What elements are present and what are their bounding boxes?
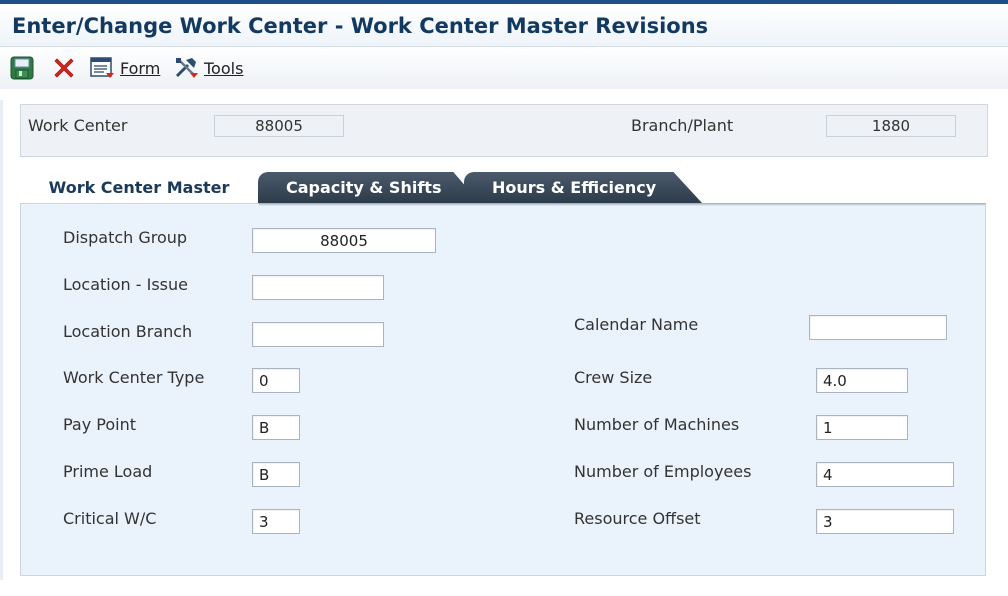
calendar-name-label: Calendar Name xyxy=(574,315,699,334)
tools-menu-label: Tools xyxy=(204,58,244,78)
crew-size-field[interactable]: 4.0 xyxy=(816,368,908,393)
critical-wc-label: Critical W/C xyxy=(63,509,157,528)
toolbar: Form Tools xyxy=(0,46,1008,90)
tools-menu-button[interactable]: Tools xyxy=(174,55,243,81)
branch-plant-label: Branch/Plant xyxy=(631,116,734,135)
resource-offset-label: Resource Offset xyxy=(574,509,701,528)
tab-hours-efficiency[interactable]: Hours & Efficiency xyxy=(464,172,702,203)
title-bar: Enter/Change Work Center - Work Center M… xyxy=(0,4,1008,47)
number-of-employees-field[interactable]: 4 xyxy=(816,462,954,487)
form-menu-label: Form xyxy=(120,58,161,78)
calendar-name-field[interactable] xyxy=(809,315,947,340)
tools-menu-icon xyxy=(175,58,198,78)
pay-point-label: Pay Point xyxy=(63,415,137,434)
pay-point-field[interactable]: B xyxy=(252,415,300,440)
tab-strip: Work Center Master Capacity & Shifts Hou… xyxy=(20,172,986,204)
number-of-machines-label: Number of Machines xyxy=(574,415,740,434)
page-title: Enter/Change Work Center - Work Center M… xyxy=(12,14,709,38)
work-center-master-panel: Dispatch Group 88005 Location - Issue Lo… xyxy=(20,203,986,576)
dispatch-group-field[interactable]: 88005 xyxy=(252,228,436,253)
close-icon xyxy=(54,58,74,78)
cancel-button[interactable] xyxy=(52,55,76,81)
location-issue-field[interactable] xyxy=(252,275,384,300)
header-panel: Work Center 88005 Branch/Plant 1880 xyxy=(20,104,988,157)
work-center-type-field[interactable]: 0 xyxy=(252,368,300,393)
location-branch-field[interactable] xyxy=(252,322,384,347)
dispatch-group-label: Dispatch Group xyxy=(63,228,188,247)
tab-capacity-shifts[interactable]: Capacity & Shifts xyxy=(258,172,480,203)
save-button[interactable] xyxy=(10,55,34,81)
work-center-field: 88005 xyxy=(214,115,344,137)
location-issue-label: Location - Issue xyxy=(63,275,188,294)
crew-size-label: Crew Size xyxy=(574,368,653,387)
form-menu-button[interactable]: Form xyxy=(90,55,160,81)
left-edge-divider xyxy=(0,100,3,580)
form-menu-icon xyxy=(90,57,114,78)
tab-work-center-master[interactable]: Work Center Master xyxy=(20,172,258,203)
resource-offset-field[interactable]: 3 xyxy=(816,509,954,534)
prime-load-label: Prime Load xyxy=(63,462,153,481)
number-of-employees-label: Number of Employees xyxy=(574,462,752,481)
branch-plant-field: 1880 xyxy=(826,115,956,137)
work-center-label: Work Center xyxy=(28,116,128,135)
number-of-machines-field[interactable]: 1 xyxy=(816,415,908,440)
save-icon xyxy=(10,56,34,80)
critical-wc-field[interactable]: 3 xyxy=(252,509,300,534)
prime-load-field[interactable]: B xyxy=(252,462,300,487)
location-branch-label: Location Branch xyxy=(63,322,193,341)
work-center-type-label: Work Center Type xyxy=(63,368,205,387)
